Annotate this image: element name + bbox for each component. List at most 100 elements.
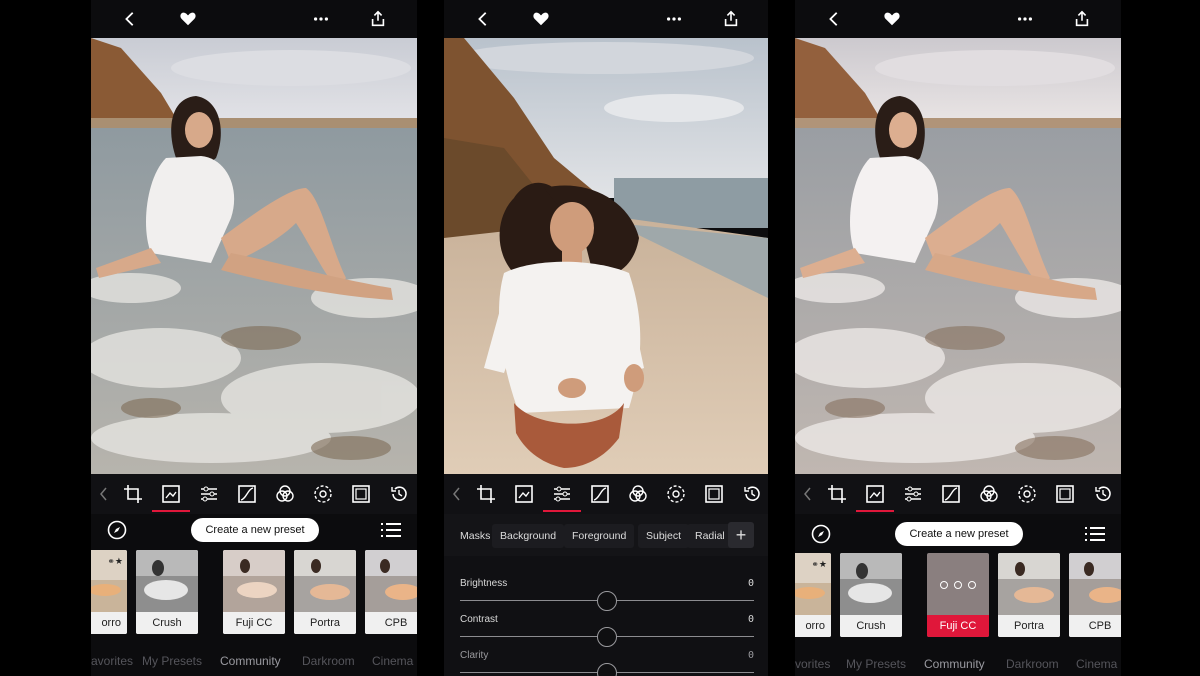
color-mix-icon[interactable] — [978, 483, 1000, 505]
effects-icon[interactable] — [665, 483, 687, 505]
tab-cinema[interactable]: Cinema — [372, 654, 413, 668]
heart-icon[interactable] — [881, 8, 903, 30]
crop-icon[interactable] — [122, 483, 144, 505]
preset-thumb[interactable]: Crush — [840, 553, 902, 637]
chevron-left-icon[interactable] — [446, 483, 468, 505]
mask-background-chip[interactable]: Background — [492, 524, 565, 548]
mask-radial-chip[interactable]: Radial — [687, 524, 733, 548]
preset-thumb[interactable]: CPB — [1069, 553, 1121, 637]
create-preset-button[interactable]: Create a new preset — [191, 518, 319, 542]
list-icon[interactable] — [1085, 525, 1105, 543]
crop-icon[interactable] — [826, 483, 848, 505]
preset-thumb[interactable]: Portra — [998, 553, 1060, 637]
preset-thumb[interactable]: ⚭★ orro — [795, 553, 831, 637]
tab-my-presets[interactable]: My Presets — [142, 654, 202, 668]
clarity-slider[interactable]: Clarity 0 — [460, 642, 754, 676]
more-dots-icon[interactable] — [663, 8, 685, 30]
preset-label: Portra — [294, 612, 356, 634]
chevron-left-icon[interactable] — [797, 483, 819, 505]
preset-bar: Create a new preset — [91, 514, 417, 546]
presets-icon[interactable] — [864, 483, 886, 505]
editor-panel-presets: Create a new preset ⚭★ orro Crush Fuji C… — [91, 0, 417, 676]
history-icon[interactable] — [388, 483, 410, 505]
more-dots-icon[interactable] — [310, 8, 332, 30]
tab-community[interactable]: Community — [220, 654, 281, 668]
preset-thumb[interactable]: Crush — [136, 550, 198, 634]
tab-my-presets[interactable]: My Presets — [846, 657, 906, 671]
preset-thumb[interactable]: CPB — [365, 550, 417, 634]
photo-preview[interactable] — [91, 38, 417, 474]
preset-label: orro — [91, 612, 127, 634]
tool-row — [91, 474, 417, 514]
heart-icon[interactable] — [530, 8, 552, 30]
heart-icon[interactable] — [177, 8, 199, 30]
color-mix-icon[interactable] — [274, 483, 296, 505]
mask-bar: Masks Background Foreground Subject Radi… — [444, 514, 768, 556]
tab-darkroom[interactable]: Darkroom — [1006, 657, 1059, 671]
slider-value: 0 — [747, 614, 754, 625]
share-icon[interactable] — [367, 8, 389, 30]
mask-foreground-chip[interactable]: Foreground — [564, 524, 635, 548]
effects-icon[interactable] — [1016, 483, 1038, 505]
presets-icon[interactable] — [513, 483, 535, 505]
preset-label: orro — [795, 615, 831, 637]
effects-icon[interactable] — [312, 483, 334, 505]
preset-thumb-selected[interactable]: Fuji CC — [927, 553, 989, 637]
preset-category-tabs: vorites My Presets Community Darkroom Ci… — [795, 651, 1121, 676]
editor-panel-presets-selected: Create a new preset ⚭★ orro Crush Fuji C… — [795, 0, 1121, 676]
adjust-sliders-icon[interactable] — [198, 483, 220, 505]
tool-row — [795, 474, 1121, 514]
presets-icon[interactable] — [160, 483, 182, 505]
preset-thumb[interactable]: Portra — [294, 550, 356, 634]
photo-preview[interactable] — [444, 38, 768, 474]
contrast-slider[interactable]: Contrast 0 — [460, 606, 754, 647]
tab-community[interactable]: Community — [924, 657, 985, 671]
frame-icon[interactable] — [350, 483, 372, 505]
adjust-sliders: Brightness 0 Contrast 0 Clarity 0 — [444, 556, 768, 676]
more-dots-icon[interactable] — [927, 581, 989, 589]
preset-category-tabs: avorites My Presets Community Darkroom C… — [91, 648, 417, 676]
compass-icon[interactable] — [107, 520, 127, 540]
chevron-left-icon[interactable] — [119, 8, 141, 30]
photo-preview[interactable] — [795, 38, 1121, 474]
preset-thumbnail — [136, 550, 198, 612]
tab-favorites[interactable]: avorites — [91, 654, 133, 668]
create-preset-button[interactable]: Create a new preset — [895, 522, 1023, 546]
share-icon[interactable] — [1071, 8, 1093, 30]
frame-icon[interactable] — [1054, 483, 1076, 505]
chevron-left-icon[interactable] — [472, 8, 494, 30]
frame-icon[interactable] — [703, 483, 725, 505]
share-icon[interactable] — [720, 8, 742, 30]
tab-cinema[interactable]: Cinema — [1076, 657, 1117, 671]
slider-label: Contrast — [460, 614, 498, 625]
active-tool-indicator — [152, 510, 190, 512]
mask-subject-chip[interactable]: Subject — [638, 524, 690, 548]
preset-label: CPB — [1069, 615, 1121, 637]
add-mask-button[interactable]: + — [728, 522, 754, 548]
tool-row — [444, 474, 768, 514]
adjust-sliders-icon[interactable] — [902, 483, 924, 505]
curves-icon[interactable] — [940, 483, 962, 505]
slider-knob[interactable] — [597, 663, 617, 676]
tab-darkroom[interactable]: Darkroom — [302, 654, 355, 668]
crop-icon[interactable] — [475, 483, 497, 505]
preset-badge: ⚭★ — [107, 556, 123, 566]
preset-thumbnail — [223, 550, 285, 612]
more-dots-icon[interactable] — [1014, 8, 1036, 30]
preset-label: Fuji CC — [927, 615, 989, 637]
chevron-left-icon[interactable] — [93, 483, 115, 505]
list-icon[interactable] — [381, 521, 401, 539]
chevron-left-icon[interactable] — [823, 8, 845, 30]
curves-icon[interactable] — [589, 483, 611, 505]
top-bar — [91, 0, 417, 38]
tab-favorites[interactable]: vorites — [795, 657, 830, 671]
color-mix-icon[interactable] — [627, 483, 649, 505]
history-icon[interactable] — [741, 483, 763, 505]
brightness-slider[interactable]: Brightness 0 — [460, 570, 754, 611]
history-icon[interactable] — [1092, 483, 1114, 505]
adjust-sliders-icon[interactable] — [551, 483, 573, 505]
curves-icon[interactable] — [236, 483, 258, 505]
preset-thumb[interactable]: ⚭★ orro — [91, 550, 127, 634]
compass-icon[interactable] — [811, 524, 831, 544]
preset-thumb[interactable]: Fuji CC — [223, 550, 285, 634]
